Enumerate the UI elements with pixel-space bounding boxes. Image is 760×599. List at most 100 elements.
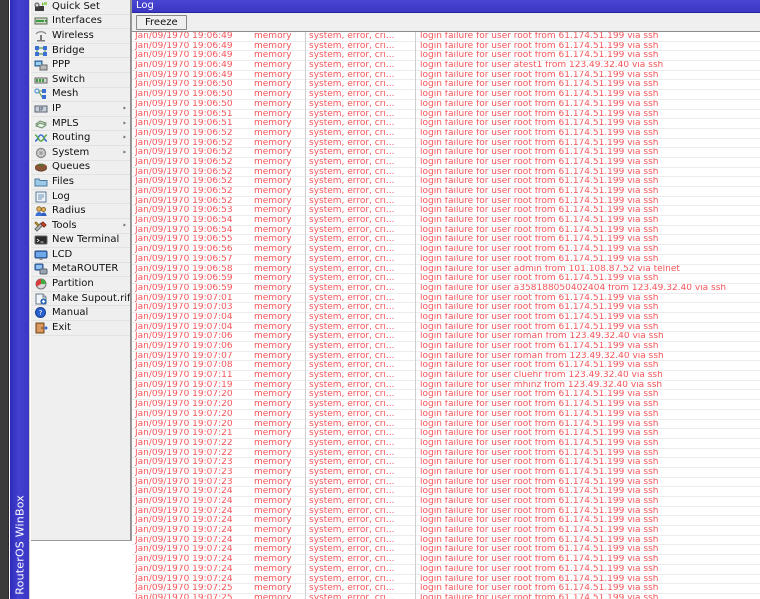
log-row[interactable]: Jan/09/1970 19:07:06 memory system, error,… xyxy=(132,342,760,352)
log-cell-message: login failure for user root from 61.174.… xyxy=(420,400,659,410)
log-row[interactable]: Jan/09/1970 19:06:56 memory system, error,… xyxy=(132,245,760,255)
log-row[interactable]: Jan/09/1970 19:06:51 memory system, error,… xyxy=(132,110,760,120)
log-row[interactable]: Jan/09/1970 19:07:20 memory system, error,… xyxy=(132,400,760,410)
log-row[interactable]: Jan/09/1970 19:07:24 memory system, error,… xyxy=(132,575,760,585)
log-cell-buffer: memory xyxy=(254,332,292,342)
log-row[interactable]: Jan/09/1970 19:06:58 memory system, error,… xyxy=(132,265,760,275)
log-row[interactable]: Jan/09/1970 19:06:54 memory system, error,… xyxy=(132,226,760,236)
log-row[interactable]: Jan/09/1970 19:06:59 memory system, error,… xyxy=(132,274,760,284)
log-row[interactable]: Jan/09/1970 19:06:52 memory system, error,… xyxy=(132,177,760,187)
sidebar-item-ip[interactable]: IP IP ‣ xyxy=(31,102,131,117)
sidebar-item-ppp[interactable]: PPP xyxy=(31,58,131,73)
log-row[interactable]: Jan/09/1970 19:07:24 memory system, error,… xyxy=(132,497,760,507)
log-row[interactable]: Jan/09/1970 19:06:52 memory system, error,… xyxy=(132,168,760,178)
sidebar-item-wireless[interactable]: Wireless xyxy=(31,29,131,44)
log-row[interactable]: Jan/09/1970 19:06:51 memory system, error,… xyxy=(132,119,760,129)
log-row[interactable]: Jan/09/1970 19:07:03 memory system, error,… xyxy=(132,303,760,313)
log-row[interactable]: Jan/09/1970 19:07:23 memory system, error,… xyxy=(132,478,760,488)
sidebar-item-tools[interactable]: Tools ‣ xyxy=(31,218,131,234)
log-row[interactable]: Jan/09/1970 19:07:01 memory system, error,… xyxy=(132,294,760,304)
log-row[interactable]: Jan/09/1970 19:07:11 memory system, error,… xyxy=(132,371,760,381)
sidebar-item-exit[interactable]: Exit xyxy=(31,321,131,336)
log-row[interactable]: Jan/09/1970 19:07:24 memory system, error,… xyxy=(132,555,760,565)
log-row[interactable]: Jan/09/1970 19:07:04 memory system, error,… xyxy=(132,313,760,323)
log-row[interactable]: Jan/09/1970 19:07:07 memory system, error,… xyxy=(132,352,760,362)
log-row[interactable]: Jan/09/1970 19:07:22 memory system, error,… xyxy=(132,449,760,459)
sidebar-item-radius[interactable]: Radius xyxy=(31,204,131,219)
log-row[interactable]: Jan/09/1970 19:07:04 memory system, error,… xyxy=(132,323,760,333)
log-row[interactable]: Jan/09/1970 19:07:20 memory system, error,… xyxy=(132,410,760,420)
log-row[interactable]: Jan/09/1970 19:07:24 memory system, error,… xyxy=(132,507,760,517)
sidebar-item-label: System xyxy=(52,146,90,158)
log-row[interactable]: Jan/09/1970 19:07:19 memory system, error,… xyxy=(132,381,760,391)
log-row[interactable]: Jan/09/1970 19:07:06 memory system, error,… xyxy=(132,332,760,342)
log-row[interactable]: Jan/09/1970 19:06:59 memory system, error,… xyxy=(132,284,760,294)
log-row[interactable]: Jan/09/1970 19:07:20 memory system, error,… xyxy=(132,390,760,401)
log-row[interactable]: Jan/09/1970 19:06:49 memory system, error,… xyxy=(132,61,760,71)
log-row[interactable]: Jan/09/1970 19:06:52 memory system, error,… xyxy=(132,158,760,168)
log-row[interactable]: Jan/09/1970 19:07:25 memory system, error,… xyxy=(132,584,760,594)
sidebar-item-metarouter[interactable]: MetaROUTER xyxy=(31,262,131,278)
sidebar-item-log[interactable]: Log xyxy=(31,189,131,205)
log-cell-message: login failure for user admin from 101.10… xyxy=(420,264,680,274)
sidebar-item-label: LCD xyxy=(52,248,73,260)
log-row[interactable]: Jan/09/1970 19:06:55 memory system, error,… xyxy=(132,235,760,246)
sidebar-item-lcd[interactable]: LCD xyxy=(31,248,131,263)
sidebar-item-label: Manual xyxy=(52,307,89,319)
log-row[interactable]: Jan/09/1970 19:07:23 memory system, error,… xyxy=(132,468,760,478)
sidebar-item-system[interactable]: System ‣ xyxy=(31,145,131,161)
log-row[interactable]: Jan/09/1970 19:06:52 memory system, error,… xyxy=(132,129,760,139)
log-cell-buffer: memory xyxy=(254,80,292,90)
sidebar-item-files[interactable]: Files xyxy=(31,175,131,190)
log-cell-topics: system, error, cri... xyxy=(309,80,395,90)
sidebar-item-routing[interactable]: Routing ‣ xyxy=(31,131,131,146)
log-row[interactable]: Jan/09/1970 19:06:50 memory system, error,… xyxy=(132,80,760,91)
log-row[interactable]: Jan/09/1970 19:06:50 memory system, error,… xyxy=(132,90,760,100)
log-row[interactable]: Jan/09/1970 19:07:20 memory system, error,… xyxy=(132,420,760,430)
column-separator-buffer[interactable] xyxy=(305,32,306,599)
sidebar-item-mesh[interactable]: Mesh xyxy=(31,87,131,103)
log-row[interactable]: Jan/09/1970 19:06:52 memory system, error,… xyxy=(132,139,760,149)
log-row[interactable]: Jan/09/1970 19:07:21 memory system, error,… xyxy=(132,429,760,439)
sidebar-item-bridge[interactable]: Bridge xyxy=(31,43,131,59)
log-row[interactable]: Jan/09/1970 19:06:53 memory system, error,… xyxy=(132,206,760,217)
log-row[interactable]: Jan/09/1970 19:07:25 memory system, error,… xyxy=(132,594,760,599)
log-cell-buffer: memory xyxy=(254,564,292,574)
log-row[interactable]: Jan/09/1970 19:07:24 memory system, error,… xyxy=(132,536,760,546)
sidebar-item-mpls[interactable]: MPLS ‣ xyxy=(31,116,131,132)
log-row[interactable]: Jan/09/1970 19:06:52 memory system, error,… xyxy=(132,187,760,197)
sidebar-item-interfaces[interactable]: Interfaces xyxy=(31,14,131,30)
sidebar-item-queues[interactable]: Queues xyxy=(31,160,131,176)
log-cell-message: login failure for user root from 61.174.… xyxy=(420,506,659,516)
log-row[interactable]: Jan/09/1970 19:06:49 memory system, error,… xyxy=(132,42,760,52)
log-row[interactable]: Jan/09/1970 19:07:23 memory system, error,… xyxy=(132,458,760,468)
sidebar-item-switch[interactable]: Switch xyxy=(31,72,131,88)
log-row[interactable]: Jan/09/1970 19:07:08 memory system, error,… xyxy=(132,361,760,372)
log-row[interactable]: Jan/09/1970 19:06:49 memory system, error,… xyxy=(132,51,760,62)
log-row[interactable]: Jan/09/1970 19:06:49 memory system, error,… xyxy=(132,32,760,42)
log-row[interactable]: Jan/09/1970 19:07:24 memory system, error,… xyxy=(132,526,760,536)
log-cell-buffer: memory xyxy=(254,361,292,371)
sidebar-item-quick-set[interactable]: Quick Set xyxy=(31,0,131,15)
log-row[interactable]: Jan/09/1970 19:07:22 memory system, error,… xyxy=(132,439,760,449)
log-row[interactable]: Jan/09/1970 19:06:50 memory system, error,… xyxy=(132,100,760,110)
sidebar-item-make-supout-rif[interactable]: Make Supout.rif xyxy=(31,291,131,307)
log-cell-buffer: memory xyxy=(254,128,292,138)
sidebar-item-new-terminal[interactable]: New Terminal xyxy=(31,233,131,249)
log-row[interactable]: Jan/09/1970 19:07:24 memory system, error,… xyxy=(132,516,760,527)
log-row[interactable]: Jan/09/1970 19:06:52 memory system, error,… xyxy=(132,148,760,158)
log-row[interactable]: Jan/09/1970 19:06:54 memory system, error,… xyxy=(132,216,760,226)
log-cell-topics: system, error, cri... xyxy=(309,148,395,158)
log-row[interactable]: Jan/09/1970 19:06:52 memory system, error,… xyxy=(132,197,760,207)
log-row[interactable]: Jan/09/1970 19:07:24 memory system, error,… xyxy=(132,565,760,575)
log-cell-topics: system, error, cri... xyxy=(309,564,395,574)
freeze-button[interactable]: Freeze xyxy=(136,14,187,30)
log-row[interactable]: Jan/09/1970 19:06:57 memory system, error,… xyxy=(132,255,760,265)
sidebar-item-manual[interactable]: ? Manual xyxy=(31,306,131,322)
log-row[interactable]: Jan/09/1970 19:07:24 memory system, error,… xyxy=(132,545,760,556)
column-separator-topics[interactable] xyxy=(415,32,416,599)
log-cell-message: login failure for user root from 61.174.… xyxy=(420,99,659,109)
log-row[interactable]: Jan/09/1970 19:06:49 memory system, error,… xyxy=(132,71,760,81)
sidebar-item-partition[interactable]: Partition xyxy=(31,277,131,292)
log-row[interactable]: Jan/09/1970 19:07:24 memory system, error,… xyxy=(132,487,760,497)
